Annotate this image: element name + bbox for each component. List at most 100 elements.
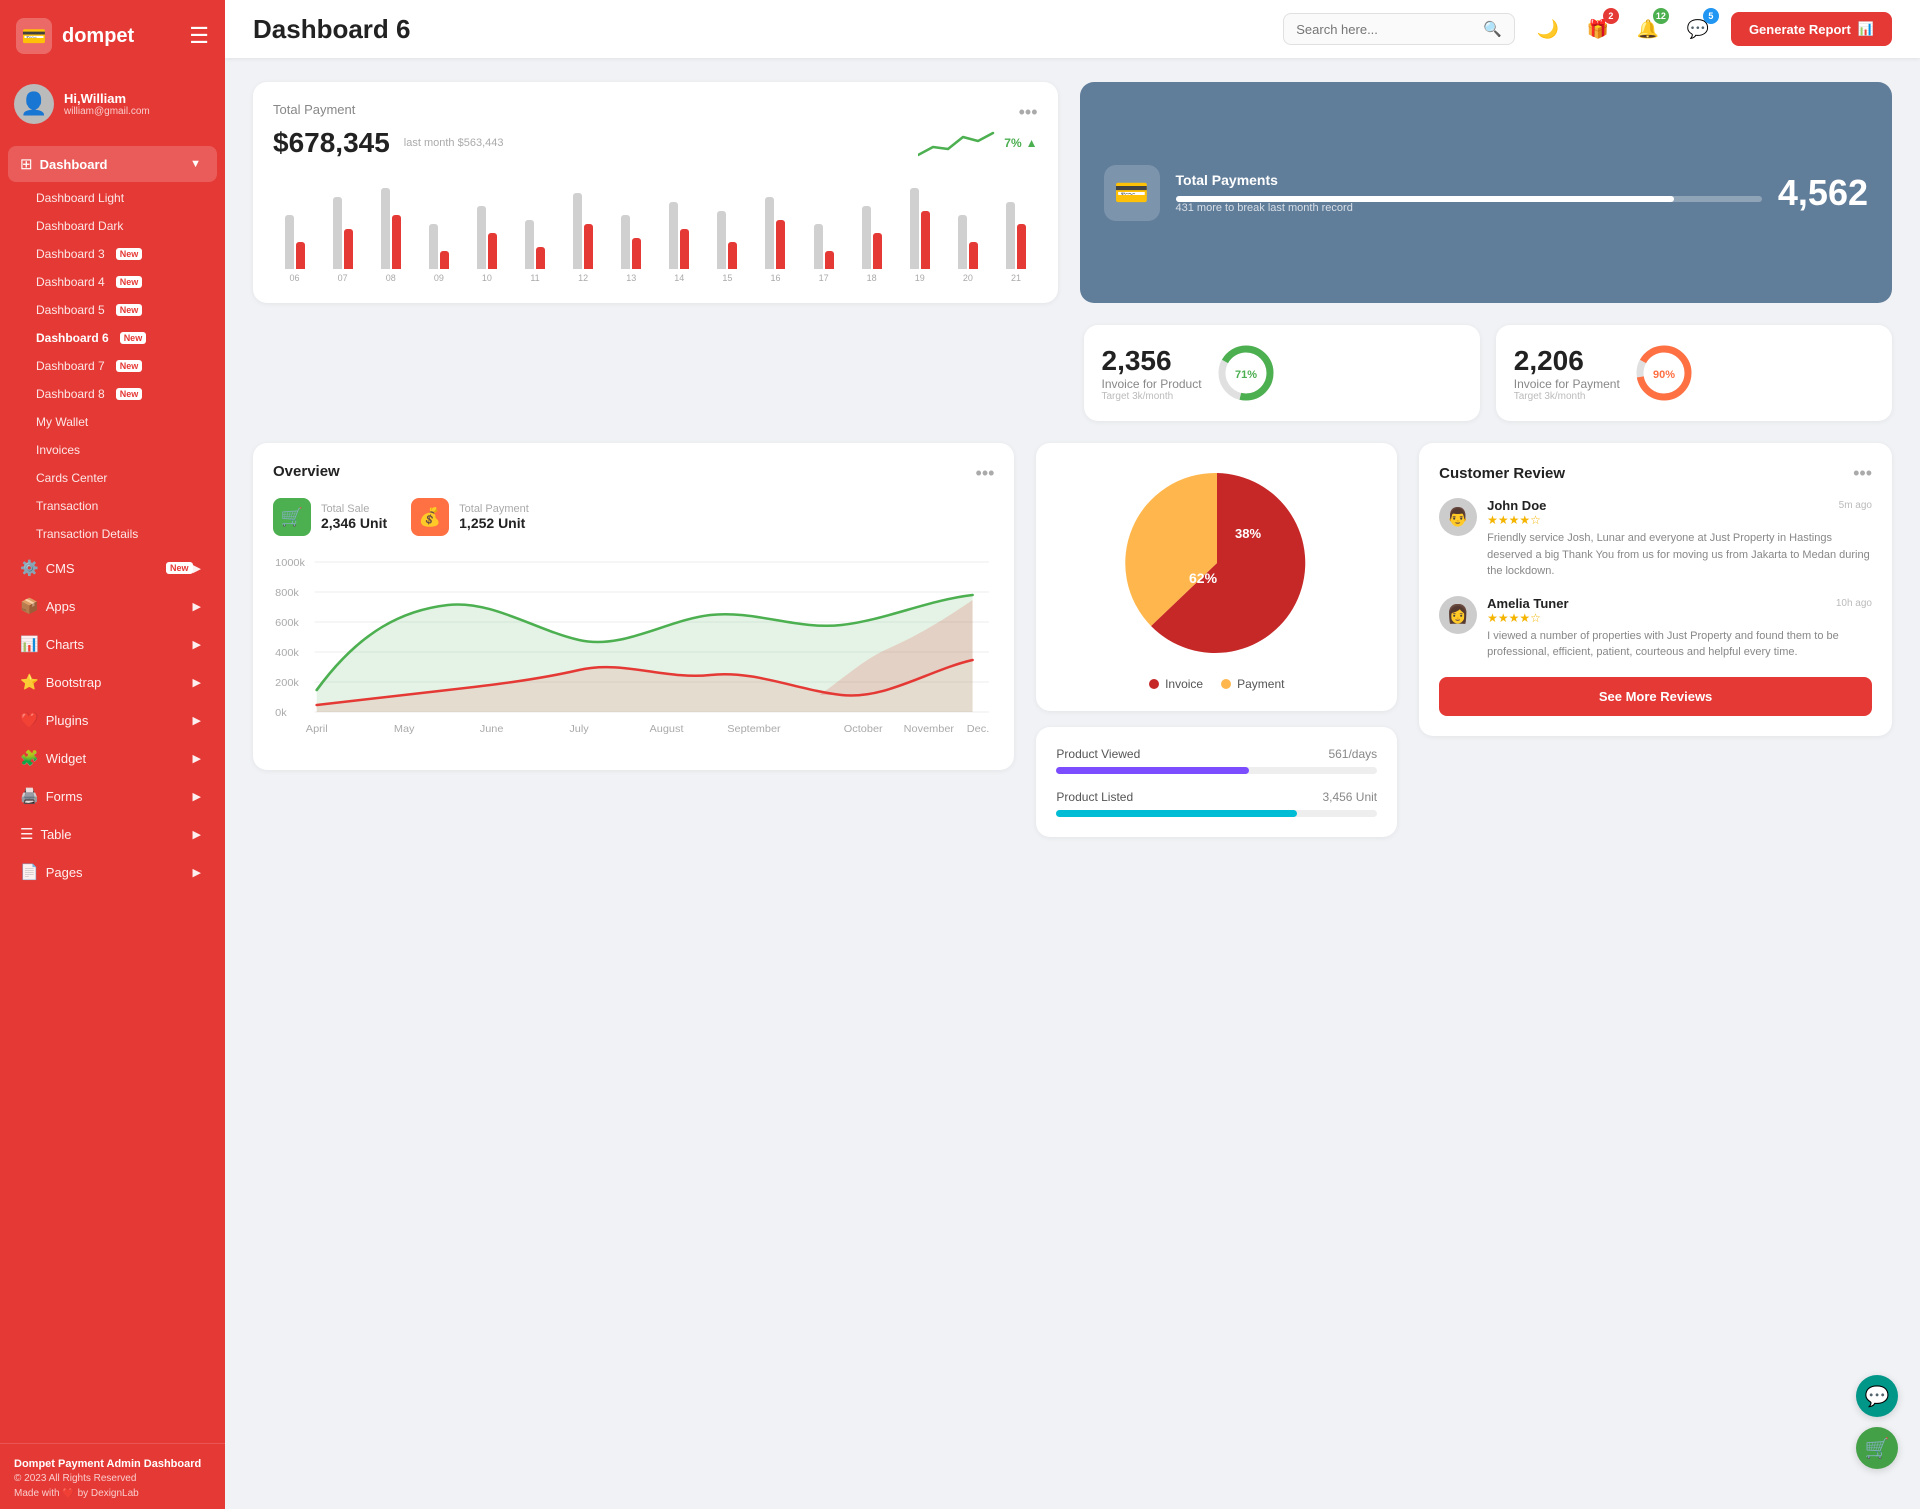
invoice-cards-row: 2,356 Invoice for Product Target 3k/mont… [1084, 325, 1893, 421]
sidebar-item-plugins[interactable]: ❤️ Plugins ▶ [8, 702, 217, 738]
sidebar-item-dashboard-3[interactable]: Dashboard 3 New [0, 240, 225, 268]
bar-gray [381, 188, 390, 269]
bar-group: 14 [658, 179, 701, 283]
bar-gray [717, 211, 726, 270]
floating-chat-button[interactable]: 💬 [1856, 1375, 1898, 1417]
sidebar-item-widget[interactable]: 🧩 Widget ▶ [8, 740, 217, 776]
gift-icon-button[interactable]: 🎁 2 [1581, 12, 1615, 46]
pie-card: 62% 38% Invoice Payment [1036, 443, 1397, 711]
pie-legend: Invoice Payment [1149, 677, 1284, 691]
sidebar-item-dashboard-4[interactable]: Dashboard 4 New [0, 268, 225, 296]
sidebar-dashboard-header[interactable]: ⊞ Dashboard ▼ [8, 146, 217, 182]
sidebar-item-dashboard-6[interactable]: Dashboard 6 New [0, 324, 225, 352]
bar-red [392, 215, 401, 269]
sidebar-item-dashboard-5[interactable]: Dashboard 5 New [0, 296, 225, 324]
bar-label: 15 [722, 273, 732, 283]
sidebar-item-cards-center[interactable]: Cards Center [0, 464, 225, 492]
sidebar-item-forms[interactable]: 🖨️ Forms ▶ [8, 778, 217, 814]
user-email: william@gmail.com [64, 106, 150, 117]
sidebar-item-transaction-details[interactable]: Transaction Details [0, 520, 225, 548]
bar-gray [477, 206, 486, 269]
chat-icon-button[interactable]: 💬 5 [1681, 12, 1715, 46]
bar-red [873, 233, 882, 269]
sidebar-item-dashboard-light[interactable]: Dashboard Light [0, 184, 225, 212]
bar-group: 19 [898, 179, 941, 283]
hamburger-icon[interactable]: ☰ [189, 23, 209, 49]
sidebar-item-table[interactable]: ☰ Table ▶ [8, 816, 217, 852]
reviewer-1-stars: ★★★★☆ [1487, 513, 1872, 527]
invoice-payment-target: Target 3k/month [1514, 391, 1620, 402]
product-viewed-bar [1056, 767, 1248, 774]
sidebar-item-bootstrap[interactable]: ⭐ Bootstrap ▶ [8, 664, 217, 700]
generate-report-button[interactable]: Generate Report 📊 [1731, 12, 1892, 46]
svg-text:1000k: 1000k [275, 558, 306, 569]
svg-text:0k: 0k [275, 708, 287, 719]
total-payment-stat-label: Total Payment [459, 503, 529, 515]
main-content: Dashboard 6 🔍 🌙 🎁 2 🔔 12 💬 5 Generate Re… [225, 0, 1920, 1509]
search-icon: 🔍 [1483, 20, 1502, 38]
bar-group: 17 [802, 179, 845, 283]
floating-icons: 💬 🛒 [1856, 1375, 1898, 1469]
bar-group: 07 [321, 179, 364, 283]
reviewer-1-time: 5m ago [1839, 500, 1872, 511]
bar-label: 06 [290, 273, 300, 283]
bar-group: 21 [994, 179, 1037, 283]
search-input[interactable] [1296, 22, 1476, 37]
total-payment-stat-value: 1,252 Unit [459, 515, 529, 531]
bar-label: 07 [338, 273, 348, 283]
see-more-reviews-button[interactable]: See More Reviews [1439, 677, 1872, 716]
reviewer-2-stars: ★★★★☆ [1487, 611, 1872, 625]
total-payment-menu-button[interactable]: ••• [1019, 102, 1038, 123]
total-sale-value: 2,346 Unit [321, 515, 387, 531]
reviewer-1-text: Friendly service Josh, Lunar and everyon… [1487, 530, 1872, 580]
sidebar: 💳 dompet ☰ 👤 Hi,William william@gmail.co… [0, 0, 225, 1509]
bar-label: 19 [915, 273, 925, 283]
invoice-payment-label: Invoice for Payment [1514, 377, 1620, 391]
svg-text:August: August [649, 724, 683, 735]
sidebar-item-apps[interactable]: 📦 Apps ▶ [8, 588, 217, 624]
sidebar-item-pages[interactable]: 📄 Pages ▶ [8, 854, 217, 890]
trend-badge: 7% ▲ [1004, 136, 1037, 150]
floating-cart-button[interactable]: 🛒 [1856, 1427, 1898, 1469]
dashboard-chevron-icon: ▼ [190, 158, 201, 170]
bell-icon-button[interactable]: 🔔 12 [1631, 12, 1665, 46]
sale-icon: 🛒 [273, 498, 311, 536]
sidebar-item-cms[interactable]: ⚙️ CMS New ▶ [8, 550, 217, 586]
bar-group: 09 [417, 179, 460, 283]
bar-label: 12 [578, 273, 588, 283]
row-1: Total Payment ••• $678,345 last month $5… [253, 82, 1892, 303]
bar-group: 13 [610, 179, 653, 283]
bar-group: 18 [850, 179, 893, 283]
bar-label: 08 [386, 273, 396, 283]
sidebar-item-charts[interactable]: 📊 Charts ▶ [8, 626, 217, 662]
sidebar-item-dashboard-7[interactable]: Dashboard 7 New [0, 352, 225, 380]
bar-gray [910, 188, 919, 269]
sidebar-item-invoices[interactable]: Invoices [0, 436, 225, 464]
row-3: Overview ••• 🛒 Total Sale 2,346 Unit 💰 [253, 443, 1892, 837]
sidebar-item-dashboard-dark[interactable]: Dashboard Dark [0, 212, 225, 240]
bar-red [825, 251, 834, 269]
reviewer-2-time: 10h ago [1836, 598, 1872, 609]
sidebar-item-my-wallet[interactable]: My Wallet [0, 408, 225, 436]
theme-toggle-button[interactable]: 🌙 [1531, 12, 1565, 46]
blue-card-title: Total Payments [1176, 172, 1762, 188]
svg-text:May: May [394, 724, 415, 735]
bar-label: 13 [626, 273, 636, 283]
svg-text:April: April [306, 724, 328, 735]
avatar: 👤 [14, 84, 54, 124]
bar-gray [621, 215, 630, 269]
sidebar-item-transaction[interactable]: Transaction [0, 492, 225, 520]
review-header: Customer Review ••• [1439, 463, 1872, 484]
bar-group: 11 [513, 179, 556, 283]
overview-stats: 🛒 Total Sale 2,346 Unit 💰 Total Payment … [273, 498, 994, 536]
review-menu-button[interactable]: ••• [1853, 463, 1872, 484]
sidebar-item-dashboard-8[interactable]: Dashboard 8 New [0, 380, 225, 408]
bar-label: 16 [770, 273, 780, 283]
bar-gray [573, 193, 582, 270]
invoice-payment-card: 2,206 Invoice for Payment Target 3k/mont… [1496, 325, 1892, 421]
overview-menu-button[interactable]: ••• [976, 463, 995, 484]
total-payment-last-month: last month $563,443 [404, 137, 504, 149]
bar-group: 15 [706, 179, 749, 283]
bar-group: 06 [273, 179, 316, 283]
svg-text:800k: 800k [275, 588, 299, 599]
